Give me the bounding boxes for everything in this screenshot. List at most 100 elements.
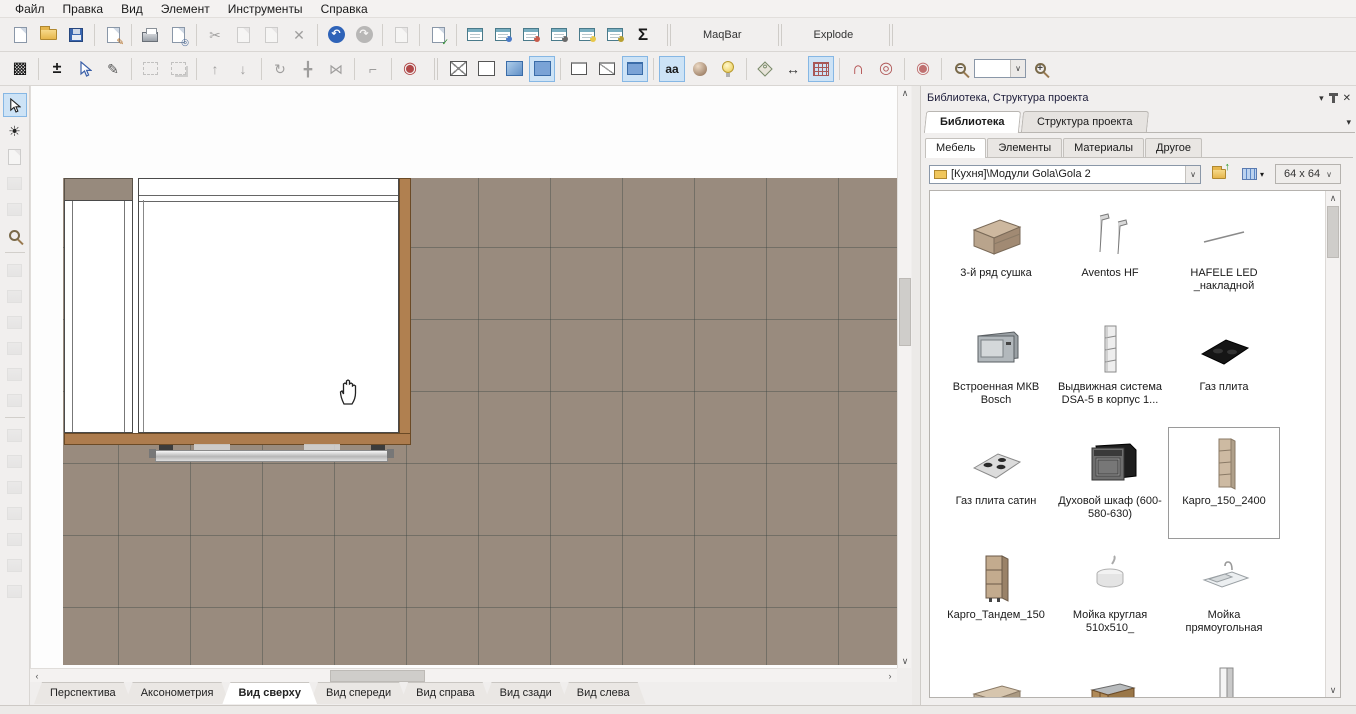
sum-button[interactable]: Σ bbox=[630, 22, 656, 48]
zoom-in-button[interactable]: + bbox=[1027, 56, 1053, 82]
scroll-right-button[interactable]: › bbox=[883, 669, 897, 683]
tab-other[interactable]: Другое bbox=[1145, 138, 1202, 157]
grid-toggle-button[interactable] bbox=[808, 56, 834, 82]
anchor-button[interactable]: ± bbox=[44, 56, 70, 82]
zoom-level-combobox[interactable]: ∨ bbox=[974, 59, 1026, 78]
solid-view-button[interactable] bbox=[529, 56, 555, 82]
folder-up-button[interactable]: ↑ bbox=[1207, 163, 1231, 185]
show-text-button[interactable]: aa bbox=[659, 56, 685, 82]
dimensions-button[interactable]: ↔ bbox=[780, 56, 806, 82]
canvas-horizontal-scrollbar[interactable]: ‹ › bbox=[30, 668, 897, 682]
scroll-left-button[interactable]: ‹ bbox=[30, 669, 44, 683]
path-combo-arrow[interactable]: ∨ bbox=[1185, 166, 1200, 183]
zoom-region-button[interactable] bbox=[3, 223, 27, 247]
wireframe-view-button[interactable] bbox=[445, 56, 471, 82]
library-item[interactable]: Газ плита сатин bbox=[940, 427, 1052, 539]
library-scroll-thumb[interactable] bbox=[1327, 206, 1339, 258]
canvas-vertical-scrollbar[interactable]: ∧ ∨ bbox=[897, 86, 911, 668]
library-item[interactable]: Встроенная МКВ Bosch bbox=[940, 313, 1052, 425]
tab-library[interactable]: Библиотека bbox=[924, 111, 1021, 133]
center-button[interactable]: ◉ bbox=[397, 56, 423, 82]
tab-elements[interactable]: Элементы bbox=[987, 138, 1062, 157]
object-snap-button[interactable]: ◎ bbox=[873, 56, 899, 82]
library-item[interactable]: Мойка круглая 510х510_ bbox=[1054, 541, 1166, 653]
library-item[interactable]: Духовой шкаф (600-580-630) bbox=[1054, 427, 1166, 539]
tab-project-structure[interactable]: Структура проекта bbox=[1020, 111, 1148, 132]
menu-element[interactable]: Элемент bbox=[152, 0, 219, 18]
openbox-white-button[interactable] bbox=[566, 56, 592, 82]
library-item-selected[interactable]: Карго_150_2400 bbox=[1168, 427, 1280, 539]
report-preview-button[interactable] bbox=[490, 22, 516, 48]
library-scroll-up[interactable]: ∧ bbox=[1326, 191, 1340, 205]
thumbnail-size-combobox[interactable]: 64 x 64 ∨ bbox=[1275, 164, 1341, 184]
report-button[interactable] bbox=[462, 22, 488, 48]
lighting-report-button[interactable] bbox=[574, 22, 600, 48]
zoom-combo-arrow[interactable]: ∨ bbox=[1010, 60, 1025, 77]
cut-list-button[interactable] bbox=[518, 22, 544, 48]
tag-button[interactable] bbox=[752, 56, 778, 82]
library-item[interactable]: Газ плита bbox=[1168, 313, 1280, 425]
shaded-view-button[interactable] bbox=[501, 56, 527, 82]
new-document-button[interactable] bbox=[7, 22, 33, 48]
tab-perspective[interactable]: Перспектива bbox=[34, 682, 132, 704]
explode-toolbar-grip[interactable] bbox=[778, 24, 782, 46]
library-item[interactable]: Aventos HF bbox=[1054, 199, 1166, 311]
library-item[interactable] bbox=[940, 655, 1052, 698]
menu-tools[interactable]: Инструменты bbox=[219, 0, 312, 18]
empty-toolbar-grip[interactable] bbox=[889, 24, 893, 46]
print-button[interactable] bbox=[137, 22, 163, 48]
projector-tool-button[interactable]: ☀ bbox=[3, 119, 27, 143]
menu-help[interactable]: Справка bbox=[312, 0, 377, 18]
pattern-grid-button[interactable]: ▩ bbox=[7, 56, 33, 82]
save-button[interactable] bbox=[63, 22, 89, 48]
tab-axonometry[interactable]: Аксонометрия bbox=[125, 682, 230, 704]
tab-front-view[interactable]: Вид спереди bbox=[310, 682, 407, 704]
horizontal-scroll-thumb[interactable] bbox=[330, 670, 425, 682]
materials-button[interactable] bbox=[687, 56, 713, 82]
tab-furniture[interactable]: Мебель bbox=[925, 138, 986, 158]
library-item[interactable] bbox=[1168, 655, 1280, 698]
panel-tabs-dropdown[interactable]: ▾ bbox=[1342, 117, 1355, 132]
tab-top-view[interactable]: Вид сверху bbox=[222, 682, 317, 704]
drawing-viewport[interactable] bbox=[30, 86, 897, 668]
library-item[interactable]: Выдвижная система DSA-5 в корпус 1... bbox=[1054, 313, 1166, 425]
select-tool-button[interactable] bbox=[72, 56, 98, 82]
panel-close-button[interactable]: ✕ bbox=[1343, 93, 1351, 104]
lighting-button[interactable] bbox=[715, 56, 741, 82]
pin-icon[interactable] bbox=[1332, 94, 1335, 103]
library-scrollbar[interactable]: ∧ ∨ bbox=[1325, 191, 1340, 697]
menu-file[interactable]: Файл bbox=[6, 0, 54, 18]
tab-right-view[interactable]: Вид справа bbox=[400, 682, 491, 704]
zoom-out-button[interactable]: − bbox=[947, 56, 973, 82]
orbit-button[interactable]: ◉ bbox=[910, 56, 936, 82]
library-item[interactable]: 3-й ряд сушка bbox=[940, 199, 1052, 311]
library-scroll-down[interactable]: ∨ bbox=[1326, 683, 1340, 697]
print-preview-button[interactable]: ◎ bbox=[165, 22, 191, 48]
checklist-button[interactable]: ✓ bbox=[425, 22, 451, 48]
undo-button[interactable]: ↶ bbox=[323, 22, 349, 48]
openbox-solid-button[interactable] bbox=[622, 56, 648, 82]
maqbar-toolbar-grip[interactable] bbox=[667, 24, 671, 46]
select-mode-button[interactable] bbox=[3, 93, 27, 117]
openbox-wire-button[interactable] bbox=[594, 56, 620, 82]
magnet-snap-button[interactable]: ∩ bbox=[845, 56, 871, 82]
library-item[interactable]: Карго_Тандем_150 bbox=[940, 541, 1052, 653]
open-button[interactable] bbox=[35, 22, 61, 48]
scroll-down-button[interactable]: ∨ bbox=[898, 654, 912, 668]
library-item[interactable] bbox=[1054, 655, 1166, 698]
library-path-combobox[interactable]: [Кухня]\Модули Gola\Gola 2 ∨ bbox=[929, 165, 1201, 184]
draw-tool-button[interactable]: ✎ bbox=[100, 56, 126, 82]
panel-splitter[interactable] bbox=[912, 86, 920, 705]
dimensions-report-button[interactable] bbox=[546, 22, 572, 48]
panel-menu-button[interactable]: ▾ bbox=[1319, 93, 1324, 104]
vertical-scroll-thumb[interactable] bbox=[899, 278, 911, 346]
tab-back-view[interactable]: Вид сзади bbox=[484, 682, 568, 704]
library-item[interactable]: HAFELE LED _накладной bbox=[1168, 199, 1280, 311]
view-toolbar-grip[interactable] bbox=[434, 58, 438, 80]
menu-view[interactable]: Вид bbox=[112, 0, 152, 18]
menu-edit[interactable]: Правка bbox=[54, 0, 113, 18]
price-report-button[interactable] bbox=[602, 22, 628, 48]
scroll-up-button[interactable]: ∧ bbox=[898, 86, 912, 100]
tab-left-view[interactable]: Вид слева bbox=[561, 682, 646, 704]
library-item[interactable]: Мойка прямоугольная bbox=[1168, 541, 1280, 653]
